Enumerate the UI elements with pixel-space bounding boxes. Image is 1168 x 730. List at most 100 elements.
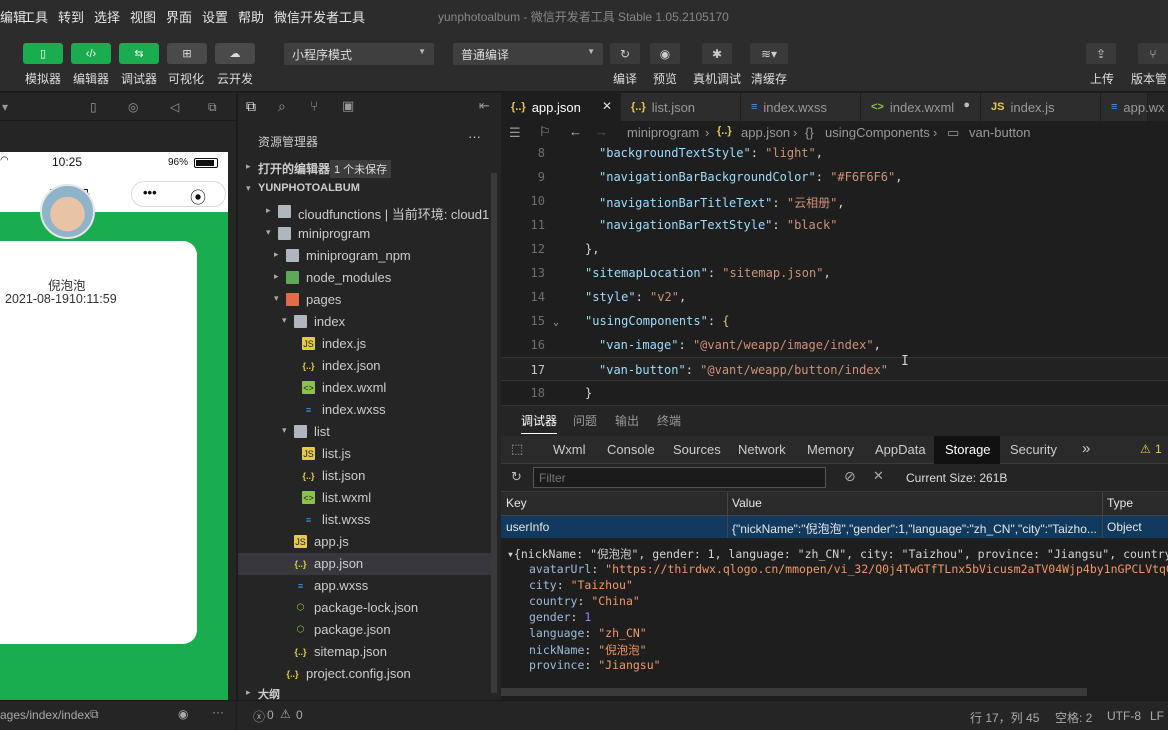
- menu-devtools[interactable]: 微信开发者工具: [274, 7, 365, 26]
- menu-select[interactable]: 选择: [94, 7, 120, 26]
- volume-icon[interactable]: ◁: [170, 100, 179, 114]
- upload-button[interactable]: ⇪: [1086, 43, 1116, 64]
- horizontal-scrollbar[interactable]: [501, 688, 1087, 696]
- editor-tab[interactable]: JS index.js: [981, 93, 1101, 121]
- column-divider[interactable]: [1102, 492, 1103, 538]
- tab-security[interactable]: Security: [1010, 442, 1057, 457]
- back-arrow-icon[interactable]: ←: [569, 124, 582, 139]
- tree-scrollbar[interactable]: [491, 173, 497, 693]
- menu-view[interactable]: 视图: [130, 7, 156, 26]
- record-icon[interactable]: ◎: [128, 100, 138, 114]
- tab-wxml[interactable]: Wxml: [553, 442, 586, 457]
- inspect-icon[interactable]: ⬚: [511, 441, 523, 457]
- tab-network[interactable]: Network: [738, 442, 786, 457]
- tree-item[interactable]: ▸ cloudfunctions | 当前环境: cloud1: [238, 201, 496, 223]
- tree-item[interactable]: ⬡ package.json: [238, 619, 496, 641]
- editor-toggle-button[interactable]: ‹/›: [71, 43, 111, 64]
- real-debug-button[interactable]: ✱: [702, 43, 732, 64]
- indent-spaces[interactable]: 空格: 2: [1055, 709, 1092, 726]
- file-encoding[interactable]: UTF-8: [1107, 709, 1141, 723]
- project-section[interactable]: ▾ YUNPHOTOALBUM: [238, 179, 496, 201]
- column-value[interactable]: Value: [732, 496, 762, 510]
- filter-input[interactable]: [533, 467, 826, 488]
- code-line[interactable]: 15 "usingComponents": {: [501, 309, 1168, 333]
- tree-item[interactable]: ≡ index.wxss: [238, 399, 496, 421]
- tab-problems[interactable]: 问题: [573, 412, 597, 429]
- table-row[interactable]: userInfo {"nickName":"倪泡泡","gender":1,"l…: [501, 516, 1168, 538]
- compile-select[interactable]: 普通编译 ▼: [453, 43, 603, 65]
- code-line[interactable]: 16 "van-image": "@vant/weapp/image/index"…: [501, 333, 1168, 357]
- menu-goto[interactable]: 转到: [58, 7, 84, 26]
- breadcrumb-item[interactable]: app.json: [741, 125, 790, 140]
- tree-item[interactable]: {..} app.json: [238, 553, 496, 575]
- code-editor[interactable]: 8 "backgroundTextStyle": "light", 9 "naviga…: [501, 145, 1168, 405]
- close-capsule-icon[interactable]: ⦿: [190, 184, 206, 208]
- warning-icon[interactable]: ⚠: [280, 707, 291, 721]
- tab-debugger[interactable]: 调试器: [521, 412, 558, 434]
- preview-button[interactable]: ◉: [650, 43, 680, 64]
- menu-settings[interactable]: 设置: [202, 7, 228, 26]
- files-icon[interactable]: ⧉: [246, 98, 256, 115]
- tree-item[interactable]: ⬡ package-lock.json: [238, 597, 496, 619]
- code-line[interactable]: 10 "navigationBarTitleText": "云相册",: [501, 189, 1168, 213]
- code-line[interactable]: 13 "sitemapLocation": "sitemap.json",: [501, 261, 1168, 285]
- menu-tools[interactable]: 工具: [22, 7, 48, 26]
- unsaved-dot-icon[interactable]: ●: [963, 99, 970, 111]
- compile-button[interactable]: ↻: [610, 43, 640, 64]
- tree-item[interactable]: ▸ node_modules: [238, 267, 496, 289]
- tree-item[interactable]: JS list.js: [238, 443, 496, 465]
- object-summary[interactable]: ▾{nickName: "倪泡泡", gender: 1, language: …: [507, 546, 1168, 562]
- tree-item[interactable]: {..} sitemap.json: [238, 641, 496, 663]
- tab-terminal[interactable]: 终端: [657, 412, 681, 429]
- visual-toggle-button[interactable]: ⊞: [167, 43, 207, 64]
- code-line[interactable]: 17 "van-button": "@vant/weapp/button/inde…: [501, 357, 1168, 381]
- tree-item[interactable]: ▸ miniprogram_npm: [238, 245, 496, 267]
- code-line[interactable]: 8 "backgroundTextStyle": "light",: [501, 145, 1168, 165]
- tree-item[interactable]: <> list.wxml: [238, 487, 496, 509]
- tree-item[interactable]: <> index.wxml: [238, 377, 496, 399]
- block-icon[interactable]: ⊘: [844, 468, 856, 485]
- cloud-button[interactable]: ☁: [215, 43, 255, 64]
- tab-console[interactable]: Console: [607, 442, 655, 457]
- tree-item[interactable]: ≡ list.wxss: [238, 509, 496, 531]
- editor-tab[interactable]: {..} app.json ✕: [501, 93, 621, 121]
- tab-storage-active[interactable]: Storage: [934, 436, 1000, 464]
- extensions-icon[interactable]: ▣: [342, 98, 354, 114]
- end-of-line[interactable]: LF: [1150, 709, 1164, 723]
- bookmark-icon[interactable]: ⚐: [539, 124, 551, 140]
- tab-sources[interactable]: Sources: [673, 442, 721, 457]
- cursor-position[interactable]: 行 17，列 45: [970, 709, 1039, 726]
- code-line[interactable]: 18}: [501, 381, 1168, 405]
- column-key[interactable]: Key: [506, 496, 527, 510]
- tree-item[interactable]: ▾ index: [238, 311, 496, 333]
- tree-item[interactable]: {..} list.json: [238, 465, 496, 487]
- editor-tab[interactable]: <> index.wxml ●: [861, 93, 981, 121]
- code-line[interactable]: 12},: [501, 237, 1168, 261]
- page-path[interactable]: ages/index/index: [0, 708, 90, 722]
- more-button[interactable]: •••: [143, 185, 157, 200]
- mode-select[interactable]: 小程序模式 ▼: [284, 43, 434, 65]
- tree-item[interactable]: JS index.js: [238, 333, 496, 355]
- collapse-panel-icon[interactable]: ⇤: [479, 98, 490, 114]
- debugger-toggle-button[interactable]: ⇆: [119, 43, 159, 64]
- refresh-icon[interactable]: ↻: [511, 469, 522, 485]
- caret-down-icon[interactable]: ▾: [2, 100, 8, 114]
- editor-tab[interactable]: ≡ index.wxss: [741, 93, 861, 121]
- tab-appdata[interactable]: AppData: [875, 442, 926, 457]
- forward-arrow-icon[interactable]: →: [595, 124, 608, 139]
- phone-icon[interactable]: ▯: [90, 100, 97, 114]
- tab-output[interactable]: 输出: [615, 412, 639, 429]
- tree-item[interactable]: ▾ miniprogram: [238, 223, 496, 245]
- error-icon[interactable]: ⓧ: [253, 708, 265, 725]
- simulator-toggle-button[interactable]: ▯: [23, 43, 63, 64]
- code-line[interactable]: 11 "navigationBarTextStyle": "black": [501, 213, 1168, 237]
- clear-cache-button[interactable]: ≋▾: [750, 43, 788, 64]
- list-icon[interactable]: ☰: [509, 125, 521, 141]
- tree-item[interactable]: ▾ pages: [238, 289, 496, 311]
- more-tabs-button[interactable]: »: [1082, 440, 1090, 457]
- column-type[interactable]: Type: [1107, 496, 1133, 510]
- tree-item[interactable]: JS app.js: [238, 531, 496, 553]
- tree-item[interactable]: {..} index.json: [238, 355, 496, 377]
- breadcrumb-item[interactable]: usingComponents: [825, 125, 930, 140]
- tree-item[interactable]: {..} project.config.json: [238, 663, 496, 685]
